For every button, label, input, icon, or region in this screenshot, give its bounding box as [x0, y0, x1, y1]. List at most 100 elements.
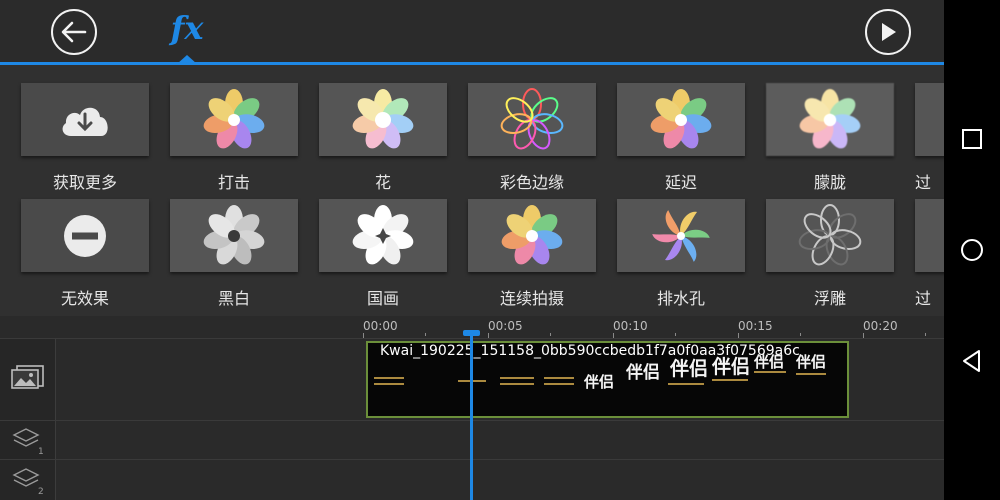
effect-thumbnail	[468, 83, 596, 156]
effect-thumbnail	[21, 199, 149, 272]
ruler-tick	[925, 333, 926, 336]
effect-label: 延迟	[664, 173, 697, 192]
clip-subtitle-mark	[754, 371, 786, 373]
effect-label: 过	[914, 173, 931, 192]
pinwheel-icon	[799, 88, 861, 148]
effect-thumbnail	[617, 83, 745, 156]
clip-subtitle-mark	[544, 377, 574, 379]
effect-drain[interactable]: 排水孔	[617, 199, 745, 308]
playhead[interactable]	[470, 332, 473, 500]
effect-thumbnail	[319, 199, 447, 272]
recent-apps-button[interactable]	[958, 125, 986, 153]
clip-overlay-text: 伴侣	[626, 363, 660, 383]
pinwheel-icon	[352, 88, 414, 148]
clip-overlay-text: 伴侣	[670, 358, 709, 380]
effect-thumbnail	[170, 199, 298, 272]
triangle-back-icon	[963, 350, 980, 372]
pinwheel-emboss-icon	[798, 203, 862, 265]
effect-thumbnail	[766, 83, 894, 156]
effect-delay[interactable]: 延迟	[617, 83, 745, 192]
ruler-tick	[675, 333, 676, 336]
back-button[interactable]	[51, 9, 97, 55]
clip-subtitle-mark	[500, 377, 534, 379]
system-nav-bar	[944, 0, 1000, 500]
fx-tab-label: fx	[170, 9, 204, 47]
effect-label: 彩色边缘	[499, 173, 564, 192]
ruler-tick	[425, 333, 426, 336]
clip-overlay-text: 伴侣	[712, 356, 751, 378]
effect-thumbnail	[915, 199, 944, 272]
effect-emboss[interactable]: 浮雕	[766, 199, 894, 308]
clip-subtitle-mark	[712, 379, 748, 381]
effect-thumbnail	[170, 83, 298, 156]
pinwheel-outline-icon	[500, 87, 564, 149]
ruler-tick	[550, 333, 551, 336]
effect-thumbnail	[915, 83, 944, 156]
arrow-left-icon	[61, 21, 87, 43]
square-recent-icon	[962, 129, 982, 149]
effect-get-more[interactable]: 获取更多	[21, 83, 149, 192]
image-track-icon	[11, 365, 44, 389]
no-entry-icon	[64, 214, 106, 257]
ruler-label: 00:10	[613, 319, 648, 333]
app-window: fx 获取更多 打击 花 彩色边缘 延迟 朦胧 过 无效果 黑白 国画 连续拍摄…	[0, 0, 944, 500]
clip-subtitle-mark	[544, 383, 574, 385]
ruler-tick	[613, 333, 614, 338]
effect-thumbnail	[617, 199, 745, 272]
track-header-video[interactable]	[10, 364, 46, 394]
track-headers: 1 2	[0, 338, 56, 500]
clip-overlay-text: 伴侣	[754, 353, 785, 371]
video-clip[interactable]: Kwai_190225_151158_0bb590ccbedb1f7a0f0aa…	[366, 341, 849, 418]
clip-subtitle-mark	[374, 377, 404, 379]
effect-thumbnail	[319, 83, 447, 156]
play-button[interactable]	[865, 9, 911, 55]
effect-flower[interactable]: 花	[319, 83, 447, 192]
effect-thumbnail	[21, 83, 149, 156]
clip-overlay-text: 伴侣	[584, 373, 615, 391]
effects-panel: 获取更多 打击 花 彩色边缘 延迟 朦胧 过 无效果 黑白 国画 连续拍摄 排水…	[0, 65, 944, 316]
effect-label: 过	[914, 289, 931, 308]
track-header-layer-2[interactable]: 2	[12, 466, 46, 500]
ruler-tick	[488, 333, 489, 338]
layer-2-icon: 2	[12, 468, 44, 497]
ruler-label: 00:20	[863, 319, 898, 333]
time-ruler[interactable]: 00:00 00:05 00:10 00:15 00:20	[363, 316, 944, 338]
play-icon	[882, 23, 896, 41]
effect-label: 黑白	[217, 289, 250, 308]
pinwheel-white-icon	[352, 204, 414, 264]
effect-color-edge[interactable]: 彩色边缘	[468, 83, 596, 192]
tab-fx[interactable]: fx	[160, 6, 214, 64]
track-header-layer-1[interactable]: 1	[12, 426, 46, 460]
effect-label: 打击	[217, 173, 250, 192]
layer-1-icon: 1	[12, 428, 44, 457]
swirl-icon	[652, 209, 710, 262]
effect-hit[interactable]: 打击	[170, 83, 298, 192]
clip-subtitle-mark	[500, 383, 534, 385]
pinwheel-gray-icon	[203, 204, 265, 264]
system-back-button[interactable]	[958, 347, 986, 375]
ruler-tick	[363, 333, 364, 338]
effect-partial-1[interactable]: 过	[915, 83, 944, 192]
clip-subtitle-mark	[374, 383, 404, 385]
effect-label: 连续拍摄	[499, 289, 564, 308]
ruler-label: 00:05	[488, 319, 523, 333]
ruler-label: 00:15	[738, 319, 773, 333]
ruler-label: 00:00	[363, 319, 398, 333]
clip-subtitle-mark	[668, 383, 704, 385]
effect-partial-2[interactable]: 过	[915, 199, 944, 308]
effect-label: 获取更多	[52, 173, 117, 192]
ruler-tick	[863, 333, 864, 338]
effect-label: 排水孔	[656, 289, 705, 308]
effect-burst-shot[interactable]: 连续拍摄	[468, 199, 596, 308]
effect-hazy[interactable]: 朦胧	[766, 83, 894, 192]
home-button[interactable]	[958, 236, 986, 264]
ruler-tick	[738, 333, 739, 338]
effect-ink-painting[interactable]: 国画	[319, 199, 447, 308]
track-number: 2	[38, 487, 44, 496]
effect-black-white[interactable]: 黑白	[170, 199, 298, 308]
circle-home-icon	[961, 239, 983, 261]
pinwheel-icon	[203, 88, 265, 148]
top-toolbar: fx	[0, 0, 944, 65]
effect-none[interactable]: 无效果	[21, 199, 149, 308]
effect-thumbnail	[766, 199, 894, 272]
